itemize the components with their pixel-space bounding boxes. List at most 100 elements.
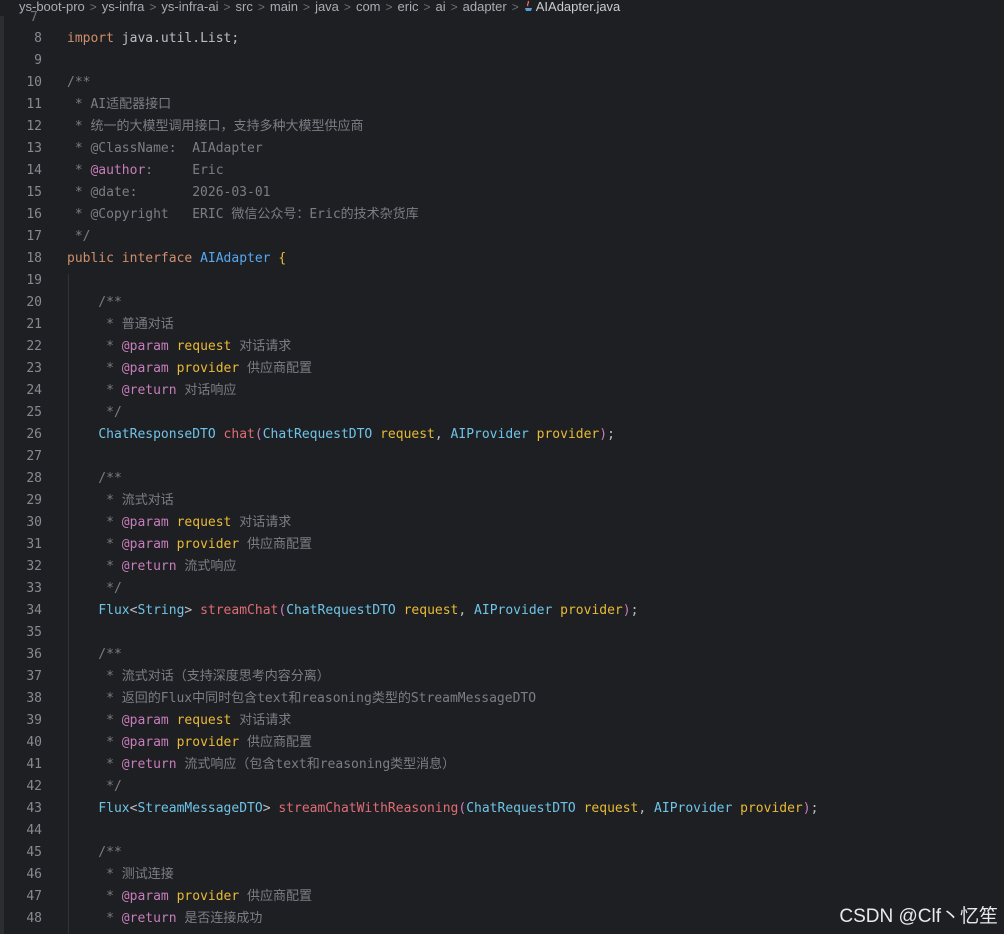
breadcrumb-item[interactable]: src <box>236 0 253 14</box>
code-token: ChatRequestDTO <box>286 603 404 618</box>
code-line[interactable]: 25 */ <box>0 402 1004 424</box>
code-token: @return <box>121 559 185 574</box>
breadcrumb-separator: > <box>343 0 351 14</box>
code-line[interactable]: 27 <box>0 446 1004 468</box>
code-text: Flux<String> streamChat(ChatRequestDTO r… <box>67 600 638 622</box>
code-line[interactable]: 40 * @param provider 供应商配置 <box>0 732 1004 754</box>
code-token: provider <box>740 801 803 816</box>
breadcrumb-separator: > <box>450 0 458 14</box>
code-line[interactable]: 21 * 普通对话 <box>0 314 1004 336</box>
breadcrumb-item[interactable]: ys-infra-ai <box>161 0 218 14</box>
line-number: 26 <box>26 427 42 442</box>
code-line[interactable]: 18 public interface AIAdapter { <box>0 248 1004 270</box>
breadcrumb-separator: > <box>257 0 265 14</box>
code-line[interactable]: 12 * 统一的大模型调用接口，支持多种大模型供应商 <box>0 116 1004 138</box>
code-line[interactable]: 35 <box>0 622 1004 644</box>
line-number: 45 <box>26 845 42 860</box>
code-line[interactable]: 42 */ <box>0 776 1004 798</box>
code-text: /** <box>67 292 122 314</box>
code-token: * @ClassName: AIAdapter <box>67 141 263 156</box>
code-text: /** <box>67 644 122 666</box>
code-line[interactable]: 30 * @param request 对话请求 <box>0 512 1004 534</box>
code-editor[interactable]: ys-boot-pro > ys-infra > ys-infra-ai > src > mai… <box>0 0 1004 934</box>
line-number: 28 <box>26 471 42 486</box>
code-text: /** <box>67 72 90 94</box>
code-line[interactable]: 28 /** <box>0 468 1004 490</box>
code-token: @param <box>121 361 177 376</box>
code-line[interactable]: 37 * 流式对话（支持深度思考内容分离） <box>0 666 1004 688</box>
line-number: 37 <box>26 669 42 684</box>
code-line[interactable]: 46 * 测试连接 <box>0 864 1004 886</box>
code-line[interactable]: 10 /** <box>0 72 1004 94</box>
code-line[interactable]: 15 * @date: 2026-03-01 <box>0 182 1004 204</box>
code-text: * @return 流式响应（包含text和reasoning类型消息） <box>67 754 455 776</box>
line-number: 22 <box>26 339 42 354</box>
code-token: 对话响应 <box>184 383 237 398</box>
code-text: * @param provider 供应商配置 <box>67 886 312 908</box>
breadcrumb-item[interactable]: ys-infra <box>102 0 145 14</box>
code-line[interactable]: 38 * 返回的Flux中同时包含text和reasoning类型的Stream… <box>0 688 1004 710</box>
code-line[interactable]: 23 * @param provider 供应商配置 <box>0 358 1004 380</box>
line-number: 15 <box>26 185 42 200</box>
breadcrumb-item[interactable]: ys-boot-pro <box>19 0 85 14</box>
breadcrumb-item[interactable]: java <box>315 0 339 14</box>
code-line[interactable]: 11 * AI适配器接口 <box>0 94 1004 116</box>
line-number: 25 <box>26 405 42 420</box>
line-number: 12 <box>26 119 42 134</box>
code-line[interactable]: 17 */ <box>0 226 1004 248</box>
breadcrumb-item[interactable]: eric <box>398 0 419 14</box>
code-line[interactable]: 43 Flux<StreamMessageDTO> streamChatWith… <box>0 798 1004 820</box>
breadcrumb-separator: > <box>149 0 157 14</box>
code-token: * <box>67 757 122 772</box>
code-token: */ <box>67 229 91 244</box>
code-token: : Eric <box>145 163 224 178</box>
code-token: String <box>137 603 185 618</box>
code-line[interactable]: 31 * @param provider 供应商配置 <box>0 534 1004 556</box>
line-number: 33 <box>26 581 42 596</box>
code-text: * 普通对话 <box>67 314 174 336</box>
code-text: * @ClassName: AIAdapter <box>67 138 263 160</box>
breadcrumb-file[interactable]: AIAdapter.java <box>536 0 621 14</box>
breadcrumb-item[interactable]: ai <box>435 0 445 14</box>
code-line[interactable]: 39 * @param request 对话请求 <box>0 710 1004 732</box>
code-line[interactable]: 29 * 流式对话 <box>0 490 1004 512</box>
breadcrumb-item[interactable]: adapter <box>463 0 507 14</box>
code-line[interactable]: 19 <box>0 270 1004 292</box>
code-line[interactable]: 9 <box>0 50 1004 72</box>
code-line[interactable]: 41 * @return 流式响应（包含text和reasoning类型消息） <box>0 754 1004 776</box>
code-line[interactable]: 33 */ <box>0 578 1004 600</box>
code-line[interactable]: 44 <box>0 820 1004 842</box>
line-number: 29 <box>26 493 42 508</box>
code-token: 是否连接成功 <box>184 911 263 926</box>
code-line[interactable]: 20 /** <box>0 292 1004 314</box>
code-token: 对话请求 <box>239 713 292 728</box>
code-token: ( <box>278 603 287 618</box>
line-number: 24 <box>26 383 42 398</box>
code-line[interactable]: 24 * @return 对话响应 <box>0 380 1004 402</box>
code-line[interactable]: 22 * @param request 对话请求 <box>0 336 1004 358</box>
code-text: public interface AIAdapter { <box>67 248 286 270</box>
code-line[interactable]: 16 * @Copyright ERIC 微信公众号：Eric的技术杂货库 <box>0 204 1004 226</box>
line-number: 8 <box>34 31 42 46</box>
code-token: * 返回的Flux中同时包含text和reasoning类型的StreamMes… <box>67 691 537 706</box>
code-token: 流式响应（包含text和reasoning类型消息） <box>184 757 456 772</box>
code-line[interactable]: 34 Flux<String> streamChat(ChatRequestDT… <box>0 600 1004 622</box>
breadcrumb-item[interactable]: main <box>270 0 298 14</box>
code-line[interactable]: 26 ChatResponseDTO chat(ChatRequestDTO r… <box>0 424 1004 446</box>
code-token: provider <box>560 603 623 618</box>
code-line[interactable]: 8 import java.util.List; <box>0 28 1004 50</box>
code-text: * @param request 对话请求 <box>67 710 291 732</box>
code-token: AIAdapter <box>200 251 279 266</box>
breadcrumb-separator: > <box>303 0 311 14</box>
code-token: AIProvider <box>474 603 561 618</box>
code-text: * @return 对话响应 <box>67 380 236 402</box>
line-number: 27 <box>26 449 42 464</box>
code-line[interactable]: 14 * @author: Eric <box>0 160 1004 182</box>
code-line[interactable]: 32 * @return 流式响应 <box>0 556 1004 578</box>
code-line[interactable]: 45 /** <box>0 842 1004 864</box>
code-token: */ <box>67 779 122 794</box>
breadcrumb-item[interactable]: com <box>356 0 381 14</box>
code-text: * AI适配器接口 <box>67 94 171 116</box>
code-line[interactable]: 36 /** <box>0 644 1004 666</box>
code-line[interactable]: 13 * @ClassName: AIAdapter <box>0 138 1004 160</box>
